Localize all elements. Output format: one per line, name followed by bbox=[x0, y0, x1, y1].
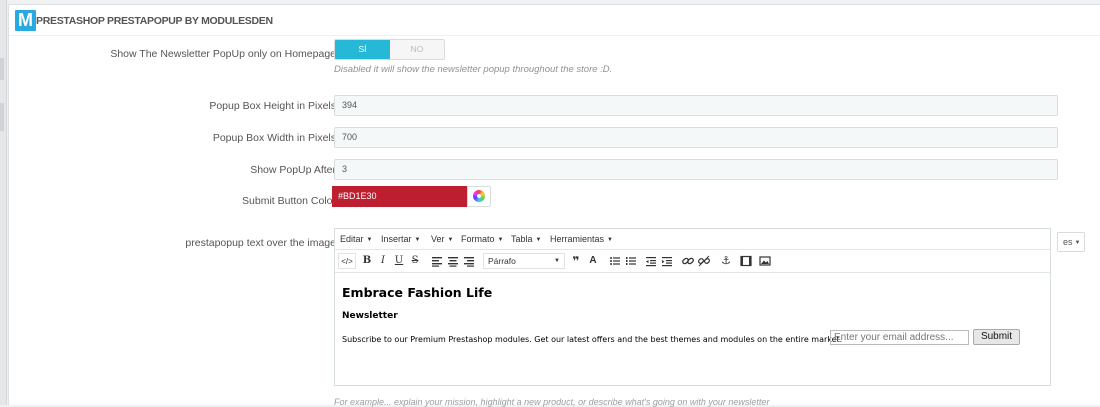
strikethrough-icon[interactable]: S bbox=[407, 253, 423, 269]
editor-menubar: Editar ▼ Insertar ▼ Ver ▼ Formato ▼ Tabla ▼ H… bbox=[335, 229, 1050, 250]
submit-button[interactable]: Submit bbox=[973, 329, 1020, 345]
anchor-icon[interactable]: ⚓ bbox=[718, 253, 734, 269]
indent-icon[interactable] bbox=[659, 253, 675, 269]
outdent-icon[interactable] bbox=[643, 253, 659, 269]
align-center-icon[interactable] bbox=[445, 253, 461, 269]
height-label: Popup Box Height in Pixels bbox=[209, 100, 336, 112]
align-right-icon[interactable] bbox=[461, 253, 477, 269]
caret-down-icon: ▼ bbox=[607, 237, 613, 243]
switch-no-option[interactable]: NO bbox=[390, 40, 444, 59]
link-icon[interactable] bbox=[680, 253, 696, 269]
bullet-list-icon[interactable] bbox=[607, 253, 623, 269]
text-color-icon[interactable]: A bbox=[585, 253, 601, 269]
menu-label: Editar bbox=[340, 234, 364, 244]
text-over-image-label: prestapopup text over the image bbox=[185, 237, 336, 249]
menu-insertar[interactable]: Insertar ▼ bbox=[381, 234, 420, 244]
menu-label: Tabla bbox=[511, 234, 533, 244]
media-icon[interactable] bbox=[738, 253, 754, 269]
menu-tabla[interactable]: Tabla ▼ bbox=[511, 234, 541, 244]
module-logo-icon: M bbox=[15, 10, 36, 31]
show-after-input[interactable]: 3 bbox=[334, 159, 1058, 180]
editor-help: For example... explain your mission, hig… bbox=[334, 397, 770, 407]
menu-label: Herramientas bbox=[550, 234, 605, 244]
caret-down-icon: ▼ bbox=[447, 237, 454, 243]
image-icon[interactable] bbox=[757, 253, 773, 269]
email-field[interactable]: Enter your email address... bbox=[830, 330, 969, 345]
editor-toolbar: </> B I U S Párrafo ▼ ❞ A ⚓ bbox=[335, 250, 1050, 273]
width-input[interactable]: 700 bbox=[334, 127, 1058, 148]
format-select-value: Párrafo bbox=[488, 256, 516, 266]
button-color-input[interactable]: #BD1E30 bbox=[332, 186, 467, 207]
numbered-list-icon[interactable] bbox=[623, 253, 639, 269]
caret-down-icon: ▼ bbox=[366, 237, 373, 243]
homepage-only-help: Disabled it will show the newsletter pop… bbox=[334, 64, 613, 75]
align-left-icon[interactable] bbox=[429, 253, 445, 269]
popup-heading: Embrace Fashion Life bbox=[342, 285, 493, 300]
caret-down-icon: ▼ bbox=[535, 237, 542, 243]
caret-down-icon: ▼ bbox=[554, 258, 560, 264]
menu-label: Formato bbox=[461, 234, 495, 244]
panel-heading: M PRESTASHOP PRESTAPOPUP BY MODULESDEN bbox=[9, 5, 1100, 36]
switch-yes-option[interactable]: SÍ bbox=[335, 40, 390, 59]
menu-herramientas[interactable]: Herramientas ▼ bbox=[550, 234, 613, 244]
menu-formato[interactable]: Formato ▼ bbox=[461, 234, 503, 244]
show-after-label: Show PopUp After bbox=[250, 164, 336, 176]
unlink-icon[interactable] bbox=[696, 253, 712, 269]
blockquote-icon[interactable]: ❞ bbox=[568, 253, 584, 269]
format-select[interactable]: Párrafo ▼ bbox=[483, 253, 565, 269]
sidebar-marker bbox=[0, 58, 4, 80]
popup-description: Subscribe to our Premium Prestashop modu… bbox=[342, 335, 843, 344]
caret-down-icon: ▼ bbox=[497, 237, 504, 243]
homepage-only-label: Show The Newsletter PopUp only on Homepa… bbox=[110, 48, 336, 60]
language-select[interactable]: es ▼ bbox=[1057, 232, 1085, 252]
source-code-icon[interactable]: </> bbox=[338, 253, 356, 269]
underline-icon[interactable]: U bbox=[391, 253, 407, 269]
panel-title: PRESTASHOP PRESTAPOPUP BY MODULESDEN bbox=[36, 15, 273, 27]
language-label: es bbox=[1063, 237, 1073, 247]
menu-editar[interactable]: Editar ▼ bbox=[340, 234, 372, 244]
menu-label: Insertar bbox=[381, 234, 412, 244]
width-label: Popup Box Width in Pixels bbox=[212, 132, 336, 144]
popup-subheading: Newsletter bbox=[342, 311, 398, 321]
rich-text-editor[interactable]: Editar ▼ Insertar ▼ Ver ▼ Formato ▼ Tabla ▼ H… bbox=[334, 228, 1051, 386]
menu-ver[interactable]: Ver ▼ bbox=[431, 234, 453, 244]
color-wheel-icon bbox=[473, 190, 485, 202]
button-color-label: Submit Button Color bbox=[242, 195, 336, 207]
height-input[interactable]: 394 bbox=[334, 95, 1058, 116]
color-picker-button[interactable] bbox=[467, 186, 491, 207]
editor-content[interactable]: Embrace Fashion Life Newsletter Subscrib… bbox=[342, 283, 1044, 385]
menu-label: Ver bbox=[431, 234, 445, 244]
sidebar-edge bbox=[0, 0, 7, 405]
caret-down-icon: ▼ bbox=[414, 237, 421, 243]
italic-icon[interactable]: I bbox=[375, 253, 391, 269]
homepage-only-switch[interactable]: SÍ NO bbox=[334, 39, 445, 60]
sidebar-marker bbox=[0, 103, 4, 131]
bold-icon[interactable]: B bbox=[359, 253, 375, 269]
caret-down-icon: ▼ bbox=[1074, 240, 1081, 246]
